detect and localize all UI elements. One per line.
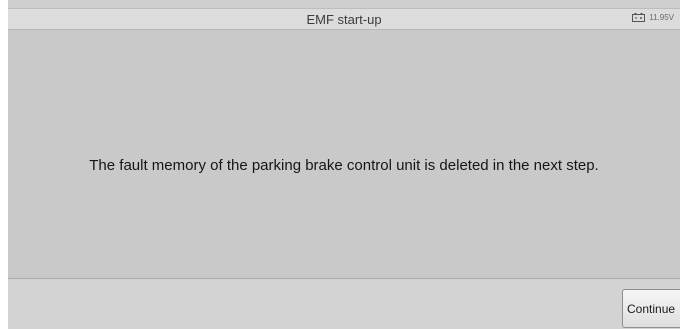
battery-icon [632, 13, 646, 22]
title-bar: EMF start-up 11.95V [8, 8, 680, 30]
instruction-message: The fault memory of the parking brake co… [89, 157, 599, 174]
app-window: EMF start-up 11.95V The fault memory of … [8, 0, 680, 329]
battery-voltage: 11.95V [649, 13, 674, 22]
footer-bar: Continue [8, 278, 680, 329]
continue-button[interactable]: Continue [622, 289, 680, 328]
page-title: EMF start-up [306, 12, 382, 27]
battery-status: 11.95V [632, 13, 674, 22]
message-area: The fault memory of the parking brake co… [8, 30, 680, 278]
